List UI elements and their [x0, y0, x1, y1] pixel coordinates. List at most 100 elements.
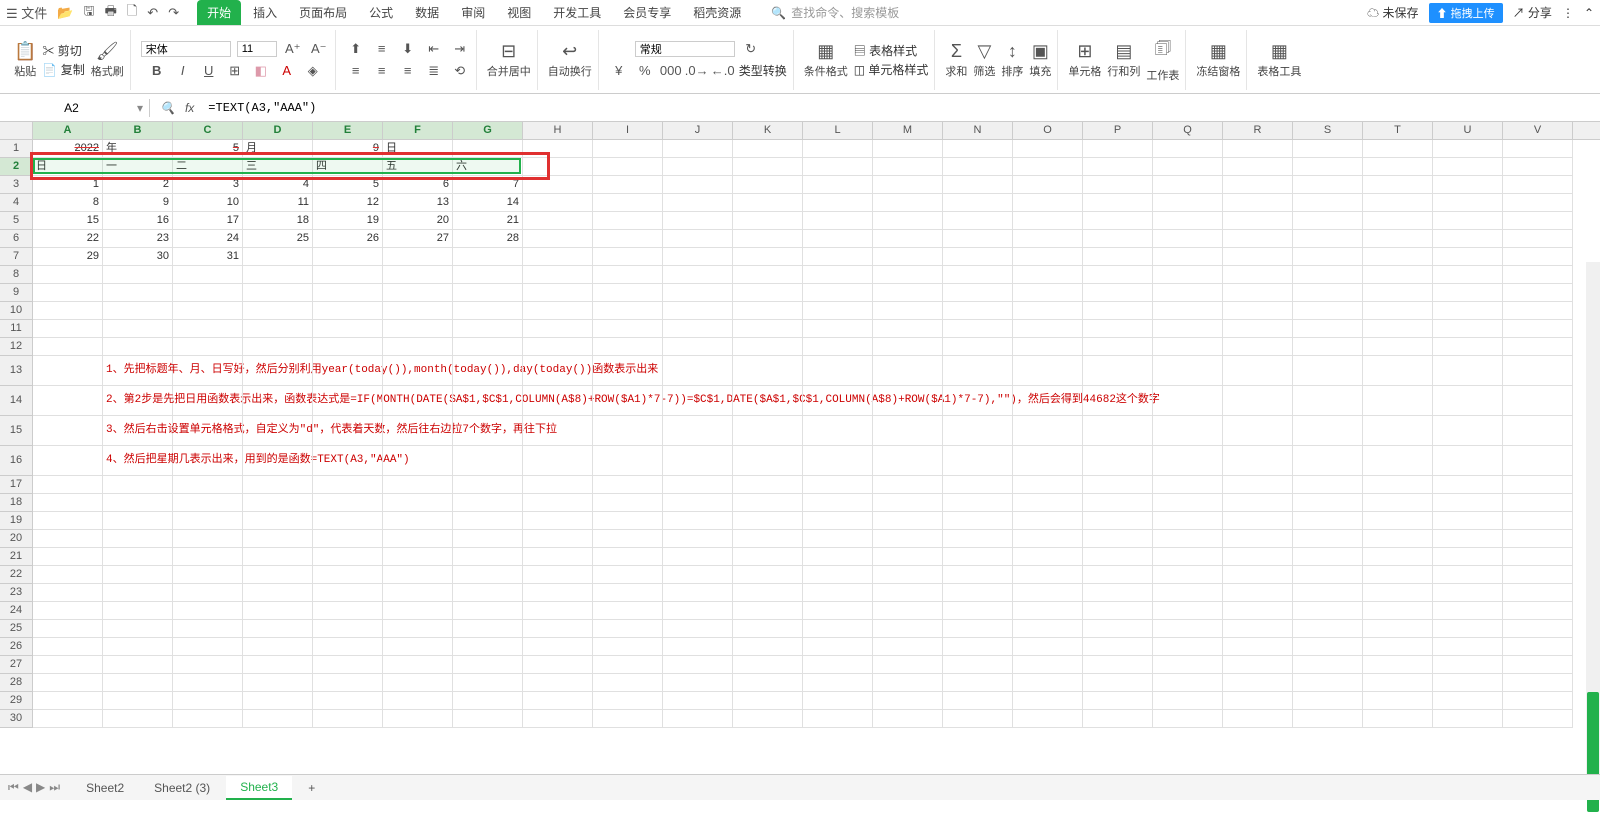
cell-L24[interactable]: [803, 602, 873, 620]
cell-V18[interactable]: [1503, 494, 1573, 512]
col-header-B[interactable]: B: [103, 122, 173, 139]
cell-B25[interactable]: [103, 620, 173, 638]
cell-R4[interactable]: [1223, 194, 1293, 212]
cell-G17[interactable]: [453, 476, 523, 494]
cell-S5[interactable]: [1293, 212, 1363, 230]
cell-A24[interactable]: [33, 602, 103, 620]
col-header-V[interactable]: V: [1503, 122, 1573, 139]
cell-K19[interactable]: [733, 512, 803, 530]
cell-Q10[interactable]: [1153, 302, 1223, 320]
cell-D17[interactable]: [243, 476, 313, 494]
cell-E1[interactable]: 9: [313, 140, 383, 158]
format-painter-button[interactable]: 🖌格式刷: [91, 41, 124, 79]
cell-T18[interactable]: [1363, 494, 1433, 512]
col-header-R[interactable]: R: [1223, 122, 1293, 139]
cell-L2[interactable]: [803, 158, 873, 176]
search-area[interactable]: 🔍 查找命令、搜索模板: [771, 4, 899, 21]
cell-V25[interactable]: [1503, 620, 1573, 638]
cell-F4[interactable]: 13: [383, 194, 453, 212]
cell-F15[interactable]: [383, 416, 453, 446]
cell-N17[interactable]: [943, 476, 1013, 494]
cell-M7[interactable]: [873, 248, 943, 266]
cell-J10[interactable]: [663, 302, 733, 320]
sheet-tab-1[interactable]: Sheet2 (3): [140, 777, 224, 799]
last-icon[interactable]: ⏭: [49, 780, 60, 795]
cell-U19[interactable]: [1433, 512, 1503, 530]
cell-P7[interactable]: [1083, 248, 1153, 266]
cell-A16[interactable]: [33, 446, 103, 476]
col-header-H[interactable]: H: [523, 122, 593, 139]
cell-V26[interactable]: [1503, 638, 1573, 656]
cell-S25[interactable]: [1293, 620, 1363, 638]
row-header-2[interactable]: 2: [0, 158, 32, 176]
cell-K27[interactable]: [733, 656, 803, 674]
cell-B18[interactable]: [103, 494, 173, 512]
cell-S20[interactable]: [1293, 530, 1363, 548]
cell-M15[interactable]: [873, 416, 943, 446]
tab-review[interactable]: 审阅: [451, 0, 495, 25]
cell-D27[interactable]: [243, 656, 313, 674]
cell-R17[interactable]: [1223, 476, 1293, 494]
cell-K5[interactable]: [733, 212, 803, 230]
cell-grid[interactable]: 2022年5月9日日一二三四五六123456789101112131415161…: [33, 140, 1600, 822]
cell-R2[interactable]: [1223, 158, 1293, 176]
cell-I18[interactable]: [593, 494, 663, 512]
cell-V24[interactable]: [1503, 602, 1573, 620]
cell-L25[interactable]: [803, 620, 873, 638]
cell-Q5[interactable]: [1153, 212, 1223, 230]
cell-A10[interactable]: [33, 302, 103, 320]
tab-member[interactable]: 会员专享: [613, 0, 681, 25]
row-header-29[interactable]: 29: [0, 692, 32, 710]
cell-J2[interactable]: [663, 158, 733, 176]
cell-A4[interactable]: 8: [33, 194, 103, 212]
cell-A3[interactable]: 1: [33, 176, 103, 194]
cell-R29[interactable]: [1223, 692, 1293, 710]
cell-C8[interactable]: [173, 266, 243, 284]
italic-button[interactable]: I: [173, 61, 193, 81]
align-right-icon[interactable]: ≡: [398, 61, 418, 81]
cell-P21[interactable]: [1083, 548, 1153, 566]
cell-F8[interactable]: [383, 266, 453, 284]
cell-I27[interactable]: [593, 656, 663, 674]
cell-L5[interactable]: [803, 212, 873, 230]
cell-J1[interactable]: [663, 140, 733, 158]
cell-C18[interactable]: [173, 494, 243, 512]
cell-S7[interactable]: [1293, 248, 1363, 266]
cell-I2[interactable]: [593, 158, 663, 176]
row-header-16[interactable]: 16: [0, 446, 32, 476]
cell-B29[interactable]: [103, 692, 173, 710]
cell-U12[interactable]: [1433, 338, 1503, 356]
cell-U14[interactable]: [1433, 386, 1503, 416]
cell-P13[interactable]: [1083, 356, 1153, 386]
row-header-5[interactable]: 5: [0, 212, 32, 230]
cell-V30[interactable]: [1503, 710, 1573, 728]
cell-V28[interactable]: [1503, 674, 1573, 692]
cell-T14[interactable]: [1363, 386, 1433, 416]
cell-F26[interactable]: [383, 638, 453, 656]
cell-H16[interactable]: [523, 446, 593, 476]
cell-F12[interactable]: [383, 338, 453, 356]
comma-icon[interactable]: 000: [661, 61, 681, 81]
cell-V7[interactable]: [1503, 248, 1573, 266]
copy-button[interactable]: 📄 复制: [42, 61, 84, 78]
cell-C5[interactable]: 17: [173, 212, 243, 230]
cell-D11[interactable]: [243, 320, 313, 338]
cell-I28[interactable]: [593, 674, 663, 692]
cell-P14[interactable]: [1083, 386, 1153, 416]
cell-M2[interactable]: [873, 158, 943, 176]
cell-B28[interactable]: [103, 674, 173, 692]
cell-H7[interactable]: [523, 248, 593, 266]
cell-J30[interactable]: [663, 710, 733, 728]
cell-E18[interactable]: [313, 494, 383, 512]
cell-G23[interactable]: [453, 584, 523, 602]
cell-A9[interactable]: [33, 284, 103, 302]
row-header-23[interactable]: 23: [0, 584, 32, 602]
cell-Q20[interactable]: [1153, 530, 1223, 548]
upload-button[interactable]: ⬆ 拖拽上传: [1429, 3, 1503, 23]
increase-font-icon[interactable]: A⁺: [283, 39, 303, 59]
cell-D21[interactable]: [243, 548, 313, 566]
undo-icon[interactable]: ↶: [147, 5, 158, 21]
cell-M26[interactable]: [873, 638, 943, 656]
cell-F28[interactable]: [383, 674, 453, 692]
cell-D1[interactable]: 月: [243, 140, 313, 158]
